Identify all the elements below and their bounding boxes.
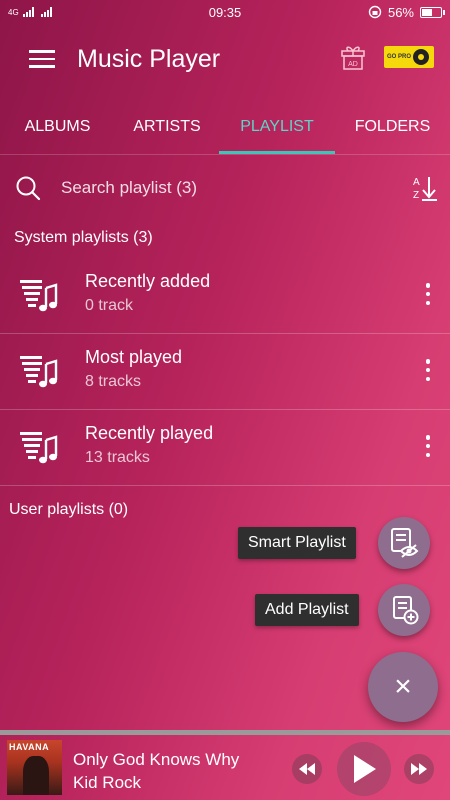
menu-icon[interactable] (12, 29, 72, 89)
gift-ad-icon[interactable]: AD (340, 43, 366, 71)
app-bar: Music Player AD GO PRO (0, 24, 450, 94)
network-type-text: 4G (8, 7, 19, 17)
go-pro-label: GO PRO (387, 54, 412, 60)
playlist-item-most-played[interactable]: Most played 8 tracks (0, 334, 450, 410)
search-input[interactable] (61, 174, 381, 202)
fast-forward-icon (411, 763, 427, 775)
previous-button[interactable] (292, 754, 322, 784)
smart-playlist-button[interactable] (378, 517, 430, 569)
more-options-icon[interactable] (420, 356, 436, 384)
playlist-item-recently-played[interactable]: Recently played 13 tracks (0, 410, 450, 486)
track-artist: Kid Rock (73, 773, 142, 792)
go-pro-button[interactable]: GO PRO (384, 46, 434, 68)
tab-bar: ALBUMS ARTISTS PLAYLIST FOLDERS (0, 100, 450, 154)
battery-percent: 56% (387, 4, 414, 20)
play-button[interactable] (337, 742, 391, 796)
playlist-count: 13 tracks (85, 449, 150, 466)
status-bar: 4G 09:35 56% (0, 0, 450, 24)
playlist-item-recently-added[interactable]: Recently added 0 track (0, 258, 450, 334)
add-playlist-label[interactable]: Add Playlist (255, 594, 359, 626)
add-playlist-icon (393, 596, 419, 625)
progress-bar[interactable] (0, 730, 450, 735)
tab-folders-label: FOLDERS (354, 118, 431, 135)
battery-icon (420, 6, 445, 18)
playlist-name: Recently added (85, 271, 211, 291)
close-icon: × (394, 670, 412, 703)
album-art[interactable]: HAVANA (7, 740, 62, 795)
rewind-icon (299, 763, 315, 775)
tab-folders[interactable]: FOLDERS (335, 100, 450, 154)
album-art-text: HAVANA (9, 742, 50, 752)
more-options-icon[interactable] (420, 432, 436, 460)
app-title: Music Player (77, 44, 221, 73)
clock: 09:35 (208, 4, 242, 20)
sort-az-icon[interactable]: A Z (412, 174, 438, 202)
system-playlists-header: System playlists (3) (14, 229, 153, 246)
signal-icon (22, 7, 34, 17)
add-playlist-button[interactable] (378, 584, 430, 636)
smart-playlist-label[interactable]: Smart Playlist (238, 527, 356, 559)
vinyl-icon (413, 49, 430, 65)
svg-text:Z: Z (413, 190, 419, 201)
play-icon (354, 755, 376, 783)
now-playing-bar[interactable]: HAVANA Only God Knows Why Kid Rock (0, 730, 450, 800)
more-options-icon[interactable] (420, 280, 436, 308)
tabs-divider (0, 154, 450, 155)
track-title: Only God Knows Why (73, 750, 240, 769)
playlist-icon (20, 432, 58, 464)
playlist-name: Recently played (85, 423, 214, 443)
signal-icon-2 (40, 7, 52, 17)
tab-artists[interactable]: ARTISTS (115, 100, 219, 154)
user-playlists-header: User playlists (0) (9, 501, 129, 518)
svg-text:A: A (413, 177, 420, 188)
playlist-icon (20, 356, 58, 388)
ad-label: AD (348, 61, 358, 68)
list-divider (0, 485, 450, 486)
tab-albums-label: ALBUMS (24, 118, 91, 135)
tab-playlist[interactable]: PLAYLIST (219, 100, 335, 154)
signal-indicator: 4G (8, 7, 55, 17)
tab-albums[interactable]: ALBUMS (0, 100, 115, 154)
progress-fill (0, 730, 450, 735)
rotation-lock-icon (368, 5, 382, 19)
search-row: A Z (0, 164, 450, 212)
tab-artists-label: ARTISTS (133, 118, 201, 135)
next-button[interactable] (404, 754, 434, 784)
playlist-count: 8 tracks (85, 373, 142, 390)
smart-playlist-icon (391, 528, 419, 558)
playlist-count: 0 track (85, 297, 134, 314)
tab-playlist-label: PLAYLIST (240, 118, 314, 135)
search-icon[interactable] (14, 174, 42, 202)
playlist-name: Most played (85, 347, 183, 367)
close-fab-button[interactable]: × (368, 652, 438, 722)
playlist-icon (20, 280, 58, 312)
